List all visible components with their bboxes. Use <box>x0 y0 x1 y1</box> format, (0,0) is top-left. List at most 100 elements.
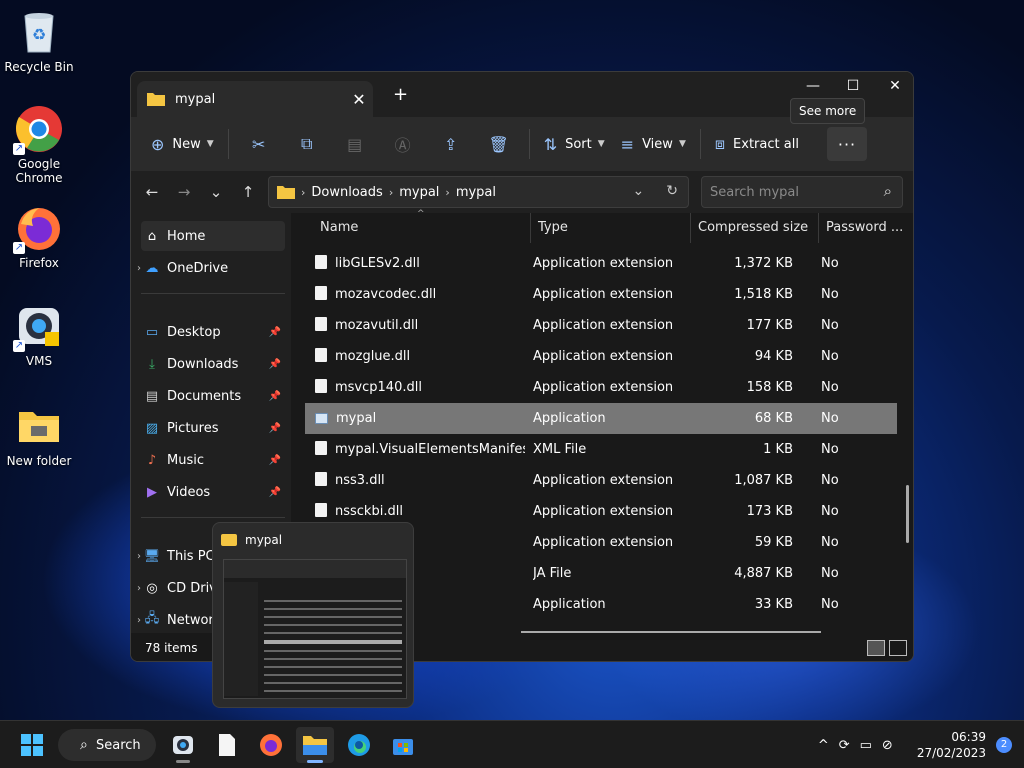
desktop-icon-firefox[interactable]: ↗ Firefox <box>1 204 77 270</box>
view-button[interactable]: ≡ View ▼ <box>613 127 694 161</box>
desktop-icon-chrome[interactable]: ↗ Google Chrome <box>1 105 77 185</box>
see-more-tooltip: See more <box>790 98 866 124</box>
table-row[interactable]: mozglue.dll Application extension 94 KB No <box>305 341 897 372</box>
close-tab-icon[interactable]: ✕ <box>345 90 373 109</box>
file-name-cell: mypal <box>315 403 525 434</box>
expand-chevron-icon[interactable]: › <box>137 263 141 274</box>
file-type: Application extension <box>533 287 674 302</box>
notification-badge[interactable]: 2 <box>996 737 1012 753</box>
table-row[interactable]: nss3.dll Application extension 1,087 KB No <box>305 465 897 496</box>
breadcrumb-separator-icon: › <box>301 185 306 199</box>
details-view-icon[interactable] <box>867 640 885 656</box>
sidebar-item-onedrive[interactable]: › ☁ OneDrive <box>137 253 285 283</box>
breadcrumb-mypal-current[interactable]: mypal <box>456 185 496 200</box>
expand-chevron-icon[interactable]: › <box>137 551 141 562</box>
file-name: mozavcodec.dll <box>335 287 437 302</box>
clock[interactable]: 06:39 27/02/2023 <box>917 729 986 761</box>
file-compressed-size: 68 KB <box>754 411 793 426</box>
extract-all-button[interactable]: ⧈ Extract all <box>707 127 807 161</box>
sidebar-divider <box>141 293 285 294</box>
taskbar-thumbnail-preview[interactable]: mypal <box>212 522 414 708</box>
system-tray: ^ ⟳ ▭ ⊘ 06:39 27/02/2023 2 <box>818 721 1012 768</box>
network-disconnected-icon[interactable]: ⊘ <box>882 738 893 753</box>
up-arrow-icon[interactable]: ↑ <box>232 183 264 201</box>
document-icon: ▤ <box>145 388 159 404</box>
vertical-scrollbar[interactable] <box>906 485 909 543</box>
search-input[interactable]: Search mypal ⌕ <box>701 176 903 208</box>
taskbar-search-button[interactable]: ⌕ Search <box>58 729 156 761</box>
search-icon: ⌕ <box>883 182 892 200</box>
taskbar-edge[interactable] <box>340 727 378 763</box>
desktop-icon-recycle-bin[interactable]: ♻ Recycle Bin <box>1 8 77 74</box>
taskbar-store[interactable] <box>384 727 422 763</box>
table-row[interactable]: mypal Application 68 KB No <box>305 403 897 434</box>
expand-chevron-icon[interactable]: › <box>137 583 141 594</box>
taskbar-file-explorer[interactable] <box>296 727 334 763</box>
taskbar-firefox[interactable] <box>252 727 290 763</box>
refresh-icon[interactable]: ↻ <box>666 183 678 199</box>
sidebar-item-downloads[interactable]: ⤓ Downloads 📌 <box>141 349 285 379</box>
column-header-compressed-size[interactable]: Compressed size <box>691 213 819 243</box>
taskbar-vms[interactable] <box>164 727 202 763</box>
tiles-view-icon[interactable] <box>889 640 907 656</box>
file-type: Application <box>533 597 606 612</box>
recent-chevron-icon[interactable]: ⌄ <box>200 183 232 201</box>
column-header-type[interactable]: Type <box>531 213 691 243</box>
close-window-button[interactable]: ✕ <box>873 72 913 100</box>
sidebar-item-pictures[interactable]: ▨ Pictures 📌 <box>141 413 285 443</box>
sidebar-item-home[interactable]: ⌂ Home <box>141 221 285 251</box>
file-password: No <box>821 473 839 488</box>
file-type: XML File <box>533 442 587 457</box>
tab-mypal[interactable]: mypal ✕ <box>137 81 373 117</box>
taskbar-notepad[interactable] <box>208 727 246 763</box>
cut-button[interactable]: ✂ <box>235 127 283 161</box>
breadcrumb-downloads[interactable]: Downloads <box>311 185 382 200</box>
share-button[interactable]: ⇪ <box>427 127 475 161</box>
minimize-button[interactable]: — <box>791 72 835 100</box>
sidebar-item-videos[interactable]: ▶ Videos 📌 <box>141 477 285 507</box>
breadcrumb-mypal[interactable]: mypal <box>399 185 439 200</box>
sidebar-item-documents[interactable]: ▤ Documents 📌 <box>141 381 285 411</box>
folder-icon <box>15 402 63 450</box>
sort-button[interactable]: ⇅ Sort ▼ <box>536 127 613 161</box>
sidebar-item-desktop[interactable]: ▭ Desktop 📌 <box>141 317 285 347</box>
table-row[interactable]: mozavcodec.dll Application extension 1,518… <box>305 279 897 310</box>
column-header-password[interactable]: Password ... <box>819 213 913 243</box>
shortcut-arrow-icon: ↗ <box>13 242 25 254</box>
show-hidden-icons-chevron-icon[interactable]: ^ <box>818 738 829 753</box>
table-row[interactable]: libGLESv2.dll Application extension 1,372 … <box>305 248 897 279</box>
shortcut-arrow-icon: ↗ <box>13 340 25 352</box>
new-tab-button[interactable]: + <box>393 84 408 105</box>
file-name: mypal <box>336 411 377 426</box>
see-more-button[interactable]: ··· <box>827 127 867 161</box>
file-password: No <box>821 535 839 550</box>
maximize-button[interactable]: ☐ <box>831 72 875 100</box>
sidebar-item-music[interactable]: ♪ Music 📌 <box>141 445 285 475</box>
application-icon <box>315 413 328 424</box>
delete-button[interactable]: 🗑 <box>475 127 523 161</box>
desktop-icon-vms[interactable]: ↗ VMS <box>1 302 77 368</box>
sidebar-item-label: Downloads <box>167 356 239 372</box>
file-password: No <box>821 504 839 519</box>
start-button[interactable] <box>13 727 51 763</box>
new-button[interactable]: ⊕ New ▼ <box>143 127 222 161</box>
table-row[interactable]: mozavutil.dll Application extension 177 KB… <box>305 310 897 341</box>
forward-arrow-icon[interactable]: → <box>168 183 200 201</box>
view-toggle <box>867 640 907 656</box>
divider <box>227 129 229 159</box>
copy-button[interactable]: ⧉ <box>283 127 331 161</box>
table-row[interactable]: msvcp140.dll Application extension 158 KB N… <box>305 372 897 403</box>
display-icon[interactable]: ▭ <box>860 738 872 753</box>
sync-icon[interactable]: ⟳ <box>839 738 850 753</box>
expand-chevron-icon[interactable]: › <box>137 615 141 626</box>
file-password: No <box>821 442 839 457</box>
desktop-icon-new-folder[interactable]: New folder <box>1 402 77 468</box>
table-row[interactable]: mypal.VisualElementsManifest.xml XML File… <box>305 434 897 465</box>
address-bar[interactable]: › Downloads › mypal › mypal ⌄ ↻ <box>268 176 689 208</box>
file-name: msvcp140.dll <box>335 380 422 395</box>
rename-button[interactable]: Ⓐ <box>379 127 427 161</box>
paste-button[interactable]: ▤ <box>331 127 379 161</box>
back-arrow-icon[interactable]: ← <box>136 183 168 201</box>
address-history-chevron-icon[interactable]: ⌄ <box>633 183 645 199</box>
chevron-down-icon: ▼ <box>597 139 605 149</box>
